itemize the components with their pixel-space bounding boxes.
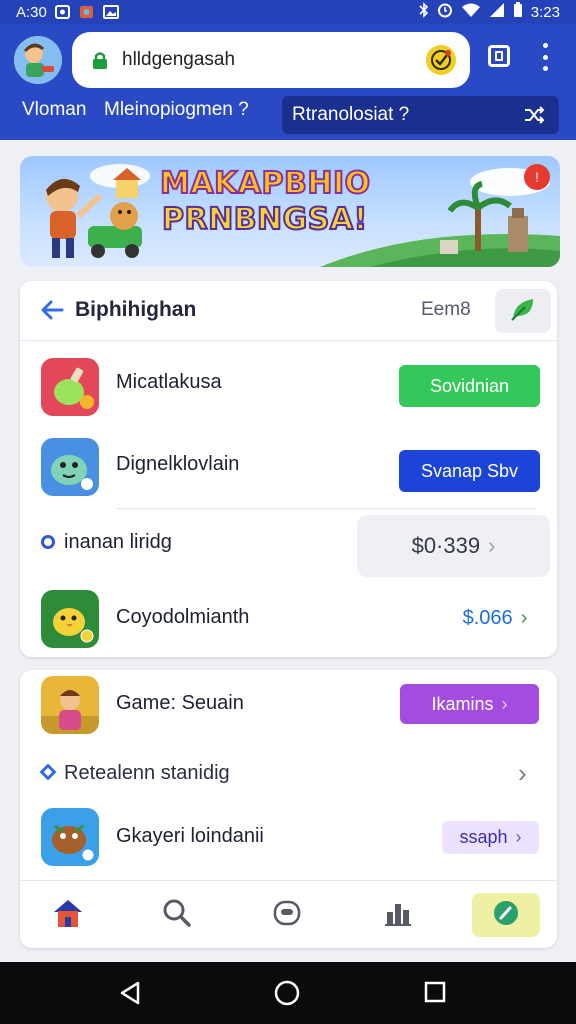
tab-rtranolosiat-label: Rtranolosiat ?: [292, 104, 410, 125]
game-icon-creature[interactable]: [41, 808, 99, 866]
chevron-right-icon: ›: [501, 693, 508, 714]
status-clock: 3:23: [530, 3, 560, 21]
card-title: Biphihighan: [75, 298, 197, 321]
system-recents-icon[interactable]: [424, 981, 446, 1008]
edit-icon: [493, 900, 519, 931]
row-label: Micatlakusa: [116, 371, 222, 393]
status-bar: A:30 3:23: [0, 0, 576, 24]
overflow-menu-button[interactable]: [538, 43, 552, 71]
tab-vloman[interactable]: Vloman: [22, 99, 86, 121]
game-icon-character[interactable]: [41, 676, 99, 734]
price-field[interactable]: $0·339 ›: [357, 515, 550, 577]
system-home-icon[interactable]: [274, 980, 300, 1011]
edit-tab-button[interactable]: [472, 893, 540, 937]
profile-avatar[interactable]: [14, 36, 62, 84]
action-button-blue[interactable]: Svanap Sbv: [399, 450, 540, 492]
app-header: hlldgengasah Vloman Mleinopiogmen ? Rtra…: [0, 24, 576, 140]
game-icon-monster[interactable]: [41, 438, 99, 496]
game-icon-chick[interactable]: [41, 590, 99, 648]
section-card: Biphihighan Eem8 Micatlakusa Sovidnian D…: [20, 281, 557, 657]
search-icon[interactable]: [159, 895, 195, 931]
banner-title-line1: MAKAPBHIO: [159, 165, 371, 202]
battery-icon: [513, 2, 523, 22]
row-divider: [116, 508, 536, 509]
bluetooth-icon: [419, 2, 429, 22]
row-label: Coyodolmianth: [116, 606, 250, 628]
app-notif-icon: [79, 5, 95, 19]
back-arrow-icon[interactable]: [40, 299, 64, 321]
leaf-icon: [509, 296, 537, 327]
site-badge-icon[interactable]: [426, 45, 456, 75]
bottom-nav: [20, 880, 557, 948]
tab-rtranolosiat[interactable]: Rtranolosiat ?: [282, 96, 559, 134]
status-time: A:30: [16, 3, 47, 21]
url-text[interactable]: hlldgengasah: [122, 49, 426, 71]
game-icon-potion[interactable]: [41, 358, 99, 416]
row-label: Dignelklovlain: [116, 453, 240, 475]
home-icon[interactable]: [50, 895, 86, 931]
chevron-right-icon: ›: [488, 533, 496, 558]
action-button-green[interactable]: Sovidnian: [399, 365, 540, 407]
price-link-value: $.066: [462, 606, 513, 629]
action-button-purple[interactable]: Ikamins ›: [400, 684, 539, 724]
row-label: Game: Seuain: [116, 692, 244, 714]
action-button-lavender-label: ssaph: [459, 827, 508, 847]
tab-mleinopiogmen[interactable]: Mleinopiogmen ?: [104, 99, 249, 121]
alarm-icon: [437, 2, 453, 22]
row-label: Gkayeri loindanii: [116, 825, 264, 847]
leaf-button[interactable]: [495, 289, 551, 333]
leaderboard-icon[interactable]: [380, 895, 416, 931]
tabs-switcher-button[interactable]: [488, 45, 510, 67]
wifi-icon: [461, 2, 481, 22]
card-meta: Eem8: [421, 299, 471, 320]
chevron-right-icon: ›: [520, 606, 528, 629]
signal-icon: [489, 2, 505, 22]
price-value: $0·339: [411, 533, 481, 558]
banner-title-line2: PRNBNGSA!: [161, 201, 368, 238]
section-card: Game: Seuain Ikamins › Retealenn stanidi…: [20, 670, 557, 948]
banner-alert-badge[interactable]: !: [524, 164, 550, 190]
notification-icon: [54, 5, 71, 19]
chevron-right-icon[interactable]: ›: [518, 758, 527, 789]
price-link[interactable]: $.066 ›: [445, 603, 545, 633]
system-navigation-bar: [0, 962, 576, 1024]
chat-icon[interactable]: [269, 895, 305, 931]
banner-title: MAKAPBHIO PRNBNGSA!: [159, 165, 371, 238]
shuffle-icon[interactable]: [523, 104, 545, 126]
image-icon: [102, 5, 119, 19]
chevron-right-icon: ›: [515, 827, 522, 847]
system-back-icon[interactable]: [118, 980, 142, 1011]
url-bar[interactable]: hlldgengasah: [72, 32, 470, 88]
lock-icon: [92, 51, 108, 69]
action-button-lavender[interactable]: ssaph ›: [442, 821, 539, 854]
radio-indicator-icon[interactable]: [41, 535, 55, 549]
card-header: Biphihighan Eem8: [20, 281, 557, 341]
action-button-purple-label: Ikamins: [431, 693, 494, 714]
row-label: inanan liridg: [64, 531, 172, 553]
diamond-bullet-icon: [39, 763, 57, 781]
row-label: Retealenn stanidig: [64, 762, 230, 784]
promo-banner[interactable]: MAKAPBHIO PRNBNGSA! !: [20, 156, 560, 267]
